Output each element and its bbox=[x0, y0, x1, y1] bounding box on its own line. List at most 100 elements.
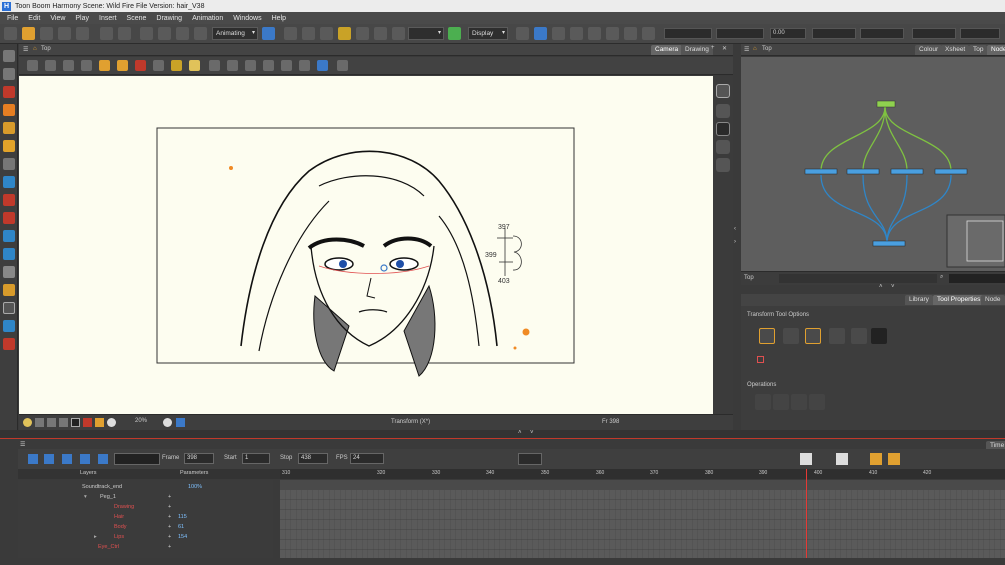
layer-row[interactable]: Body 61 + bbox=[18, 522, 273, 532]
node-view-canvas[interactable] bbox=[741, 57, 1005, 271]
chevron-up-icon[interactable]: ˄ bbox=[879, 284, 883, 290]
stop-field[interactable]: 438 bbox=[298, 453, 328, 464]
brush-select-icon[interactable] bbox=[805, 328, 821, 344]
fill-icon[interactable] bbox=[624, 27, 637, 40]
layer-row[interactable]: ▾ Peg_1 + bbox=[18, 492, 273, 502]
lasso-icon[interactable] bbox=[759, 328, 775, 344]
layers-above-icon[interactable] bbox=[716, 158, 730, 172]
menu-scene[interactable]: Scene bbox=[122, 15, 152, 22]
pose-icon[interactable] bbox=[209, 60, 220, 71]
copy-icon[interactable] bbox=[158, 27, 171, 40]
panel-splitter[interactable]: ‹ › bbox=[733, 44, 741, 430]
pivot-field[interactable] bbox=[960, 28, 1000, 39]
add-icon[interactable]: + bbox=[168, 492, 171, 502]
peg-node[interactable] bbox=[876, 100, 896, 108]
undo-icon[interactable] bbox=[100, 27, 113, 40]
colour-swatch-icon[interactable] bbox=[3, 338, 15, 350]
contour-editor-icon[interactable] bbox=[3, 68, 15, 80]
light-bulb-icon[interactable] bbox=[189, 60, 200, 71]
light-table-icon[interactable] bbox=[552, 27, 565, 40]
align-icon[interactable] bbox=[755, 394, 771, 410]
matte-icon[interactable] bbox=[83, 418, 92, 427]
flip-vertical-icon[interactable] bbox=[791, 394, 807, 410]
menu-edit[interactable]: Edit bbox=[23, 15, 45, 22]
save-as-icon[interactable] bbox=[58, 27, 71, 40]
deformer-dropdown[interactable]: ▾ bbox=[408, 27, 444, 40]
lock-icon[interactable] bbox=[95, 418, 104, 427]
start-field[interactable]: 1 bbox=[242, 453, 270, 464]
zoom-reset-icon[interactable] bbox=[107, 418, 116, 427]
tab-top[interactable]: Top bbox=[969, 45, 988, 55]
add-icon[interactable]: + bbox=[168, 502, 171, 512]
menu-windows[interactable]: Windows bbox=[228, 15, 266, 22]
node-editor-icon[interactable] bbox=[448, 27, 461, 40]
add-icon[interactable]: + bbox=[168, 542, 171, 552]
chevron-left-icon[interactable]: ‹ bbox=[734, 226, 736, 232]
fps-field[interactable]: 24 bbox=[350, 453, 384, 464]
bounding-box-checkbox[interactable] bbox=[757, 356, 764, 363]
search-icon[interactable]: ⌕ bbox=[940, 274, 943, 281]
chevron-down-icon[interactable]: ▾ bbox=[84, 492, 87, 502]
mode-dropdown[interactable]: Animating ▾ bbox=[212, 27, 258, 40]
menu-drawing[interactable]: Drawing bbox=[151, 15, 187, 22]
drawing-canvas[interactable]: 397 399 403 bbox=[19, 76, 713, 414]
frame-icon[interactable] bbox=[81, 60, 92, 71]
pointer-icon[interactable] bbox=[783, 328, 799, 344]
layer-row[interactable]: ▸ Lips 154 + bbox=[18, 532, 273, 542]
display-dropdown[interactable]: Display ▾ bbox=[468, 27, 508, 40]
curve-icon[interactable] bbox=[392, 27, 405, 40]
add-icon[interactable] bbox=[337, 60, 348, 71]
view-menu-icon[interactable]: ☰ bbox=[23, 46, 28, 53]
add-icon[interactable]: + bbox=[168, 512, 171, 522]
repos-icon[interactable] bbox=[281, 60, 292, 71]
layer-row[interactable]: Hair 115 + bbox=[18, 512, 273, 522]
open-scene-icon[interactable] bbox=[22, 27, 35, 40]
tab-node-library[interactable]: Node Lib bbox=[981, 295, 1005, 313]
frame-field[interactable]: 398 bbox=[184, 453, 214, 464]
snap-icon[interactable] bbox=[516, 27, 529, 40]
text-tool-icon[interactable] bbox=[3, 158, 15, 170]
ink-tool-icon[interactable] bbox=[3, 248, 15, 260]
layer-row[interactable]: Soundtrack_end 100% bbox=[18, 482, 273, 492]
playback-speed-slider[interactable] bbox=[114, 453, 160, 465]
ease-icon[interactable] bbox=[870, 453, 882, 465]
layer-row[interactable]: Drawing + bbox=[18, 502, 273, 512]
drawing-node-3[interactable] bbox=[890, 168, 924, 175]
menu-view[interactable]: View bbox=[45, 15, 70, 22]
brush-tool-icon[interactable] bbox=[3, 86, 15, 98]
dropper-tool-icon[interactable] bbox=[3, 230, 15, 242]
layer-stack-icon[interactable] bbox=[716, 122, 730, 136]
pencil-icon[interactable] bbox=[606, 27, 619, 40]
zoom-level[interactable]: 20% bbox=[135, 418, 147, 424]
shape-tool-icon[interactable] bbox=[3, 176, 15, 188]
tab-camera[interactable]: Camera bbox=[651, 45, 683, 55]
brush-icon[interactable] bbox=[588, 27, 601, 40]
redo-icon[interactable] bbox=[118, 27, 131, 40]
lock-icon[interactable] bbox=[99, 60, 110, 71]
flatten-icon[interactable] bbox=[245, 60, 256, 71]
cut-icon[interactable] bbox=[140, 27, 153, 40]
eraser-tool-icon[interactable] bbox=[3, 140, 15, 152]
grid-icon[interactable] bbox=[27, 60, 38, 71]
save-icon[interactable] bbox=[40, 27, 53, 40]
flip-h-icon[interactable] bbox=[299, 60, 310, 71]
tab-xsheet[interactable]: Xsheet bbox=[941, 45, 970, 55]
deform-icon[interactable] bbox=[284, 27, 297, 40]
safe-area-icon[interactable] bbox=[45, 60, 56, 71]
envelope-icon[interactable] bbox=[338, 27, 351, 40]
chevron-right-icon[interactable]: ▸ bbox=[94, 532, 97, 542]
timeline-frames[interactable] bbox=[280, 480, 1005, 558]
rig-icon[interactable] bbox=[302, 27, 315, 40]
chevron-down-icon[interactable]: ˅ bbox=[891, 284, 895, 290]
shift-trace-icon[interactable] bbox=[570, 27, 583, 40]
close-icon[interactable]: ✕ bbox=[722, 45, 727, 52]
new-scene-icon[interactable] bbox=[4, 27, 17, 40]
stop-motion-key-icon[interactable] bbox=[836, 453, 848, 465]
paint-tool-icon[interactable] bbox=[3, 122, 15, 134]
drawing-node-2[interactable] bbox=[846, 168, 880, 175]
light-table-icon[interactable] bbox=[23, 418, 32, 427]
view-menu-icon[interactable]: ☰ bbox=[20, 441, 25, 448]
add-icon[interactable]: + bbox=[168, 522, 171, 532]
weight-icon[interactable] bbox=[374, 27, 387, 40]
loop-icon[interactable] bbox=[62, 454, 72, 464]
